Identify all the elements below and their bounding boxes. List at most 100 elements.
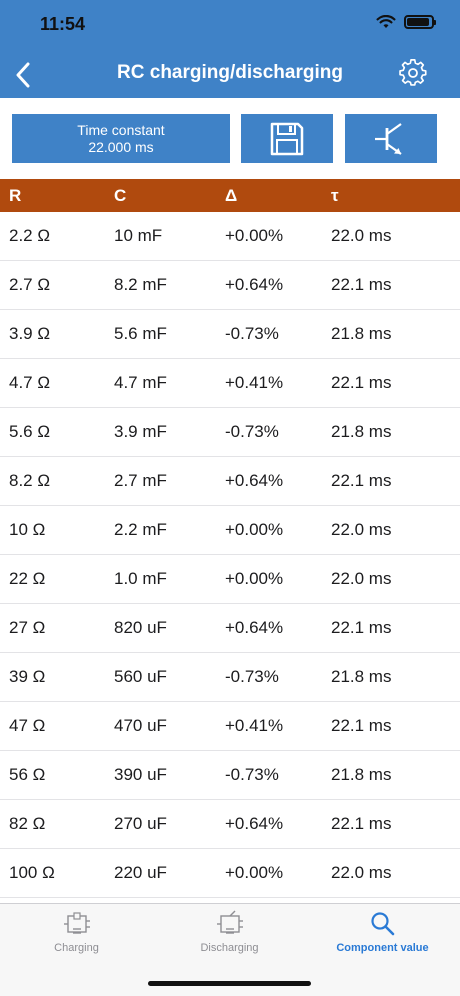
- time-constant-cell: 21.8 ms: [331, 422, 392, 441]
- table-row[interactable]: 47 Ω 470 uF +0.41% 22.1 ms: [0, 702, 460, 751]
- time-constant-cell: 22.0 ms: [331, 863, 392, 882]
- column-header-delta: Δ: [225, 186, 238, 205]
- resistance-cell: 56 Ω: [9, 765, 46, 784]
- capacitance-cell: 2.7 mF: [114, 471, 167, 490]
- time-constant-cell: 21.8 ms: [331, 324, 392, 343]
- nav-header: 11:54 RC charging/discharging: [0, 0, 460, 98]
- time-constant-cell: 22.0 ms: [331, 226, 392, 245]
- resistance-cell: 2.2 Ω: [9, 226, 51, 245]
- resistance-cell: 4.7 Ω: [9, 373, 51, 392]
- tab-component-value[interactable]: Component value: [306, 910, 459, 970]
- wifi-icon: [376, 15, 396, 28]
- time-constant-label: Time constant: [77, 121, 165, 138]
- deviation-cell: +0.00%: [225, 226, 284, 245]
- time-constant-value: 22.000 ms: [88, 138, 154, 155]
- time-constant-cell: 22.1 ms: [331, 814, 392, 833]
- status-time: 11:54: [40, 14, 86, 34]
- capacitance-cell: 10 mF: [114, 226, 163, 245]
- resistance-cell: 47 Ω: [9, 716, 46, 735]
- home-indicator: [148, 981, 311, 986]
- resistance-cell: 10 Ω: [9, 520, 46, 539]
- resistance-cell: 8.2 Ω: [9, 471, 51, 490]
- resistance-cell: 2.7 Ω: [9, 275, 51, 294]
- battery-icon: [404, 15, 436, 29]
- deviation-cell: +0.64%: [225, 814, 284, 833]
- component-button[interactable]: [345, 114, 437, 163]
- page-title: RC charging/discharging: [117, 62, 343, 83]
- table-row[interactable]: 27 Ω 820 uF +0.64% 22.1 ms: [0, 604, 460, 653]
- time-constant-cell: 21.8 ms: [331, 667, 392, 686]
- status-icons: [376, 15, 436, 29]
- settings-button[interactable]: [398, 58, 428, 88]
- capacitance-cell: 220 uF: [114, 863, 167, 882]
- table-row[interactable]: 22 Ω 1.0 mF +0.00% 22.0 ms: [0, 555, 460, 604]
- column-header-r: R: [9, 186, 22, 205]
- resistance-cell: 100 Ω: [9, 863, 55, 882]
- column-header-c: C: [114, 186, 127, 205]
- deviation-cell: +0.00%: [225, 569, 284, 588]
- deviation-cell: -0.73%: [225, 422, 279, 441]
- table-row[interactable]: 4.7 Ω 4.7 mF +0.41% 22.1 ms: [0, 359, 460, 408]
- capacitance-cell: 270 uF: [114, 814, 167, 833]
- deviation-cell: +0.41%: [225, 373, 284, 392]
- deviation-cell: +0.64%: [225, 471, 284, 490]
- deviation-cell: +0.41%: [225, 716, 284, 735]
- table-row[interactable]: 39 Ω 560 uF -0.73% 21.8 ms: [0, 653, 460, 702]
- table-row[interactable]: 10 Ω 2.2 mF +0.00% 22.0 ms: [0, 506, 460, 555]
- deviation-cell: -0.73%: [225, 324, 279, 343]
- capacitance-cell: 3.9 mF: [114, 422, 167, 441]
- tab-discharging-label: Discharging: [200, 942, 259, 954]
- save-button[interactable]: [241, 114, 333, 163]
- deviation-cell: +0.64%: [225, 618, 284, 637]
- time-constant-cell: 22.1 ms: [331, 373, 392, 392]
- capacitance-cell: 560 uF: [114, 667, 167, 686]
- floppy-disk-icon: [270, 122, 304, 155]
- resistance-cell: 3.9 Ω: [9, 324, 51, 343]
- time-constant-cell: 22.1 ms: [331, 275, 392, 294]
- tab-component-value-label: Component value: [336, 942, 429, 954]
- table-row[interactable]: 82 Ω 270 uF +0.64% 22.1 ms: [0, 800, 460, 849]
- deviation-cell: +0.00%: [225, 520, 284, 539]
- toolbar: Time constant 22.000 ms: [12, 114, 437, 164]
- capacitance-cell: 820 uF: [114, 618, 167, 637]
- time-constant-cell: 22.1 ms: [331, 618, 392, 637]
- gear-icon: [399, 59, 427, 86]
- time-constant-cell: 21.8 ms: [331, 765, 392, 784]
- table-row[interactable]: 8.2 Ω 2.7 mF +0.64% 22.1 ms: [0, 457, 460, 506]
- component-table: 2.2 Ω 10 mF +0.00% 22.0 ms 2.7 Ω 8.2 mF +0.64%…: [0, 212, 460, 898]
- table-header: R C Δ τ: [0, 179, 460, 212]
- charging-circuit-icon: [63, 912, 90, 934]
- time-constant-cell: 22.0 ms: [331, 569, 392, 588]
- capacitance-cell: 8.2 mF: [114, 275, 167, 294]
- deviation-cell: -0.73%: [225, 667, 279, 686]
- table-row[interactable]: 100 Ω 220 uF +0.00% 22.0 ms: [0, 849, 460, 898]
- column-header-tau: τ: [331, 186, 339, 205]
- deviation-cell: +0.00%: [225, 863, 284, 882]
- table-row[interactable]: 2.7 Ω 8.2 mF +0.64% 22.1 ms: [0, 261, 460, 310]
- search-icon: [370, 912, 394, 936]
- time-constant-cell: 22.0 ms: [331, 520, 392, 539]
- table-row[interactable]: 3.9 Ω 5.6 mF -0.73% 21.8 ms: [0, 310, 460, 359]
- resistance-cell: 27 Ω: [9, 618, 46, 637]
- resistance-cell: 82 Ω: [9, 814, 46, 833]
- resistance-cell: 22 Ω: [9, 569, 46, 588]
- discharging-circuit-icon: [216, 910, 243, 934]
- table-row[interactable]: 5.6 Ω 3.9 mF -0.73% 21.8 ms: [0, 408, 460, 457]
- deviation-cell: +0.64%: [225, 275, 284, 294]
- capacitance-cell: 390 uF: [114, 765, 167, 784]
- tab-charging-label: Charging: [54, 942, 99, 954]
- table-row[interactable]: 2.2 Ω 10 mF +0.00% 22.0 ms: [0, 212, 460, 261]
- capacitance-cell: 4.7 mF: [114, 373, 167, 392]
- tab-charging[interactable]: Charging: [0, 910, 153, 970]
- transistor-icon: [375, 122, 402, 155]
- resistance-cell: 39 Ω: [9, 667, 46, 686]
- table-row[interactable]: 56 Ω 390 uF -0.73% 21.8 ms: [0, 751, 460, 800]
- time-constant-button[interactable]: Time constant 22.000 ms: [12, 114, 230, 163]
- time-constant-cell: 22.1 ms: [331, 471, 392, 490]
- deviation-cell: -0.73%: [225, 765, 279, 784]
- tab-discharging[interactable]: Discharging: [153, 910, 306, 970]
- capacitance-cell: 470 uF: [114, 716, 167, 735]
- capacitance-cell: 2.2 mF: [114, 520, 167, 539]
- capacitance-cell: 1.0 mF: [114, 569, 167, 588]
- time-constant-cell: 22.1 ms: [331, 716, 392, 735]
